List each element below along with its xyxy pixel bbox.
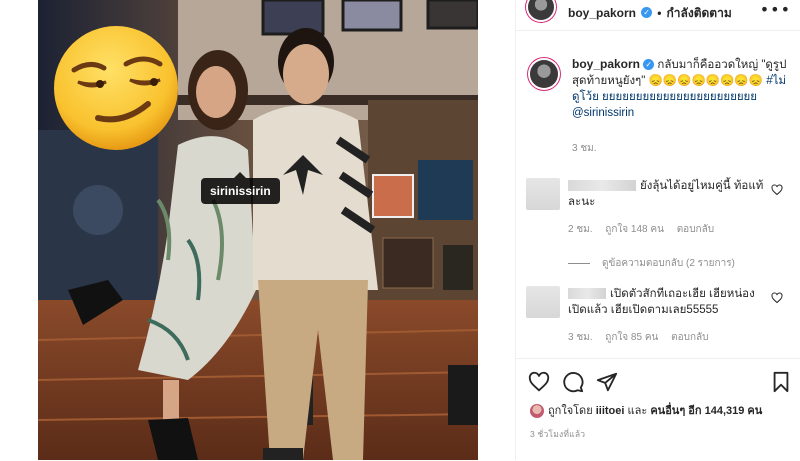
post-actions: ถูกใจโดย iiitoei และ คนอื่นๆ อีก 144,319… (516, 358, 800, 461)
replies-divider (568, 262, 590, 264)
comment-avatar-redacted[interactable] (526, 178, 560, 210)
verified-badge-icon: ✓ (643, 59, 655, 71)
comment-reply-button[interactable]: ตอบกลับ (671, 332, 708, 343)
likes-count[interactable]: คนอื่นๆ อีก 144,319 คน (650, 405, 762, 417)
header-separator: • (657, 6, 662, 20)
comment-body: ยังลุ้นได้อยู่ไหมคู่นี้ ท้อแท้ละนะ (568, 178, 768, 210)
comment-username-redacted[interactable] (568, 288, 606, 300)
post-sidebar: boy_pakorn ✓ • กำลังติดตาม ••• boy_pakor… (515, 0, 800, 460)
view-replies-label: ดูข้อความตอบกลับ (2 รายการ) (602, 258, 735, 269)
user-tag-label[interactable]: sirinissirin (201, 172, 280, 204)
comment-like-heart-icon[interactable] (771, 184, 783, 196)
verified-badge-icon: ✓ (641, 7, 653, 18)
likes-prefix: ถูกใจโดย (548, 405, 593, 417)
view-replies-button[interactable]: ดูข้อความตอบกลับ (2 รายการ) (568, 256, 735, 271)
comment-time[interactable]: 2 ชม. (568, 224, 593, 235)
caption-avatar[interactable] (530, 60, 558, 88)
comment-avatar-redacted[interactable] (526, 286, 560, 318)
comment-bubble-icon[interactable] (562, 371, 584, 393)
post-timestamp[interactable]: 3 ชั่วโมงที่แล้ว (530, 427, 585, 441)
likes-summary[interactable]: ถูกใจโดย iiitoei และ คนอื่นๆ อีก 144,319… (530, 401, 762, 419)
smirk-emoji-icon (54, 26, 178, 150)
liker-avatar[interactable] (530, 404, 544, 419)
comment-item: ยังลุ้นได้อยู่ไหมคู่นี้ ท้อแท้ละนะ 2 ชม.… (526, 178, 791, 238)
share-paper-plane-icon[interactable] (596, 371, 618, 393)
post-header: boy_pakorn ✓ • กำลังติดตาม ••• (516, 0, 800, 31)
more-options-icon[interactable]: ••• (760, 2, 791, 18)
like-heart-icon[interactable] (528, 371, 550, 393)
comment-meta: 3 ชม. ถูกใจ 85 คน ตอบกลับ (568, 330, 719, 345)
likes-middle: และ (627, 405, 648, 417)
caption-hashtag-tail[interactable]: ยยยยยยยยยยยยยยยยยยยยยยย (602, 91, 757, 103)
comment-body: เปิดตัวสักทีเถอะเฮีย เฮียหน่องเปิดแล้ว เ… (568, 286, 768, 318)
caption-time[interactable]: 3 ชม. (572, 141, 792, 157)
comment-like-heart-icon[interactable] (771, 292, 783, 304)
post-caption: boy_pakorn ✓ กลับมาก็คืออวดใหญ่ "ดูรูปสุ… (572, 56, 792, 157)
header-avatar[interactable] (528, 0, 554, 20)
comment-meta: 2 ชม. ถูกใจ 148 คน ตอบกลับ (568, 222, 724, 237)
post-media: sirinissirin (0, 0, 515, 460)
header-username[interactable]: boy_pakorn (568, 6, 636, 20)
liker-username[interactable]: iiitoei (596, 405, 625, 417)
comment-item: เปิดตัวสักทีเถอะเฮีย เฮียหน่องเปิดแล้ว เ… (526, 286, 791, 346)
comment-time[interactable]: 3 ชม. (568, 332, 593, 343)
caption-mention[interactable]: @sirinissirin (572, 107, 634, 119)
comment-likes[interactable]: ถูกใจ 148 คน (605, 224, 664, 235)
comment-likes[interactable]: ถูกใจ 85 คน (605, 332, 658, 343)
comment-username-redacted[interactable] (568, 180, 636, 192)
comment-reply-button[interactable]: ตอบกลับ (677, 224, 714, 235)
following-button[interactable]: กำลังติดตาม (667, 6, 732, 20)
save-bookmark-icon[interactable] (770, 371, 792, 393)
caption-username[interactable]: boy_pakorn (572, 57, 640, 71)
